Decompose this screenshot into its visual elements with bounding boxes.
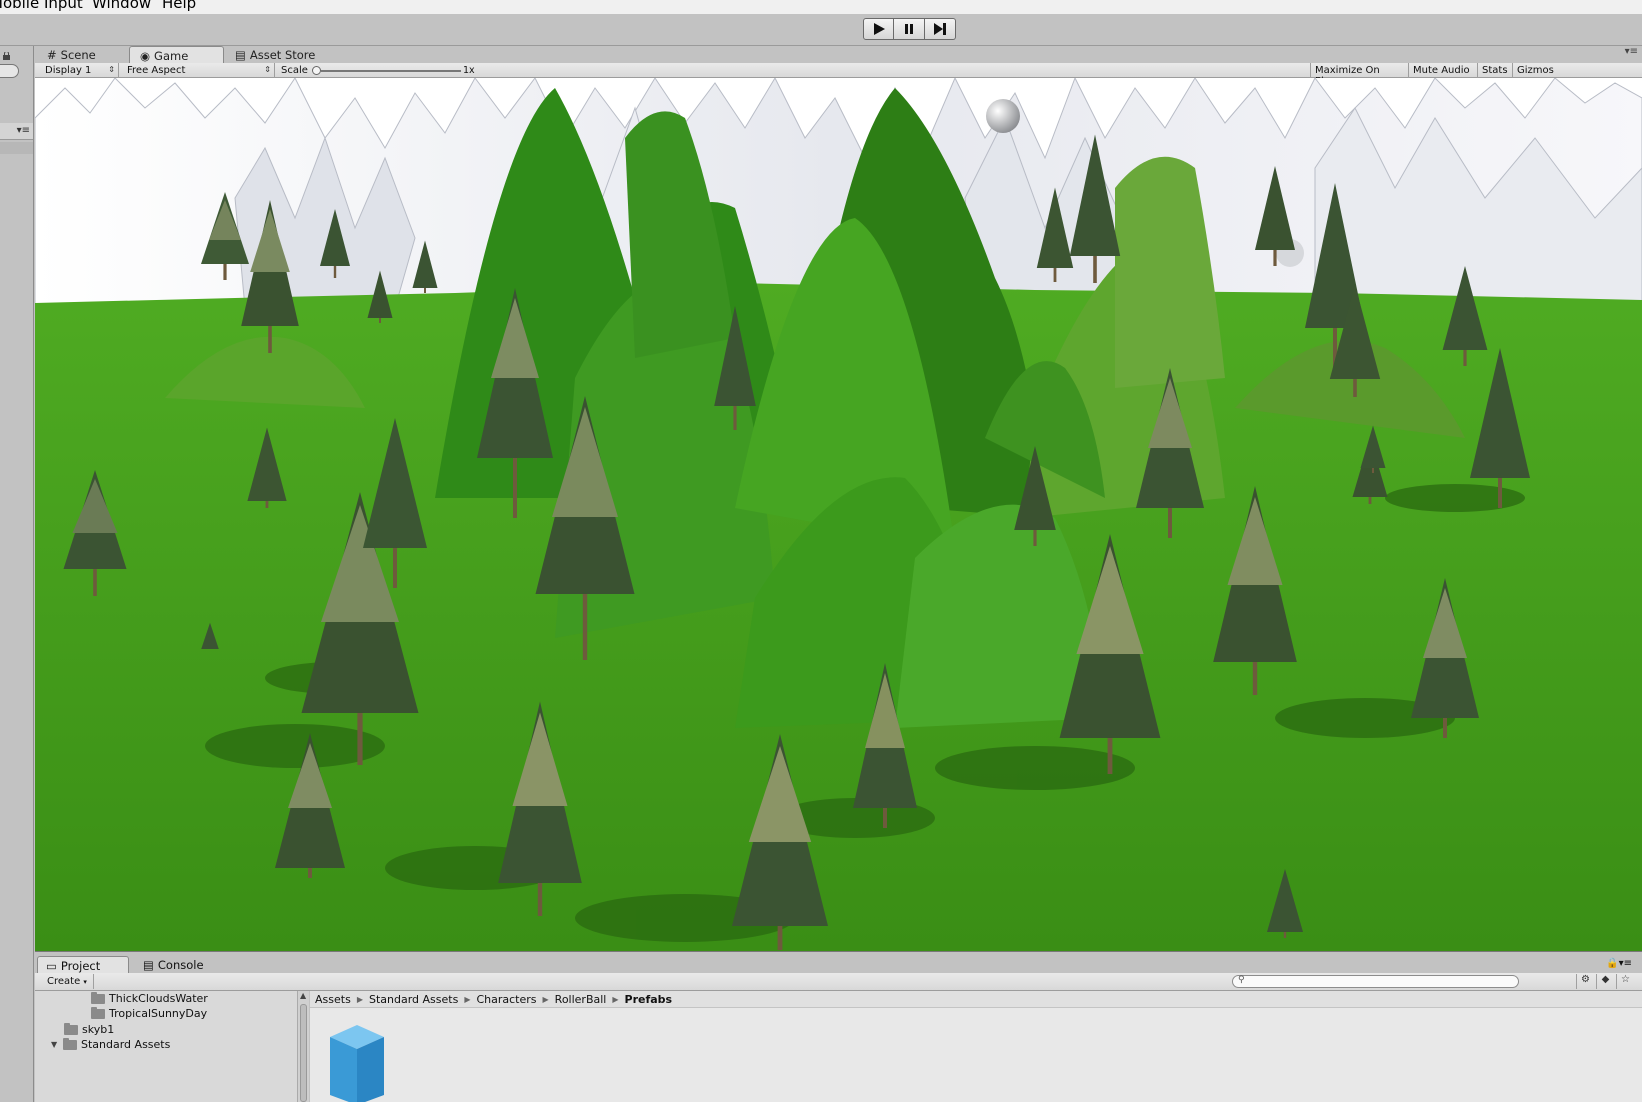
folder-icon — [91, 1006, 105, 1019]
tab-project-label: Project — [60, 958, 101, 973]
breadcrumb-current[interactable]: Prefabs — [625, 993, 673, 1006]
game-icon: ◉ — [140, 48, 151, 63]
play-button[interactable] — [863, 18, 894, 40]
game-scene — [35, 78, 1642, 951]
window-menu-icon[interactable]: ▾≡ — [1625, 46, 1638, 57]
folder-icon — [64, 1022, 78, 1035]
mute-audio-toggle[interactable]: Mute Audio — [1408, 63, 1477, 78]
pause-icon — [905, 24, 913, 34]
tree-item[interactable]: ▼ Standard Assets — [51, 1037, 171, 1051]
tab-scene-label: Scene — [60, 48, 96, 62]
folder-icon — [91, 991, 105, 1004]
tree-item[interactable]: TropicalSunnyDay — [91, 1006, 208, 1020]
step-icon — [934, 23, 946, 35]
search-icon: ⚲ — [1238, 975, 1245, 985]
breadcrumb-arrow-icon: ▶ — [612, 994, 619, 1004]
main-toolbar — [0, 14, 1642, 46]
scroll-up-icon[interactable]: ▲ — [300, 991, 306, 1000]
gizmos-dropdown[interactable]: Gizmos ▾ — [1512, 63, 1564, 86]
tab-console[interactable]: ▤ Console — [135, 956, 212, 973]
create-label: Create — [47, 976, 81, 987]
aspect-dropdown[interactable]: Free Aspect ⇕ — [121, 63, 275, 78]
tab-scene[interactable]: # Scene — [37, 46, 104, 63]
scroll-thumb[interactable] — [300, 1004, 307, 1102]
tab-game[interactable]: ◉ Game — [129, 46, 224, 63]
tree-item-label: TropicalSunnyDay — [109, 1007, 208, 1020]
unity-editor: Mobile Input Window Help ▾≡ # Scene ◉ — [0, 0, 1642, 1102]
store-icon: ▤ — [235, 48, 246, 62]
scale-slider-track[interactable] — [321, 70, 461, 72]
favorite-star-icon[interactable]: ☆ — [1616, 974, 1634, 989]
tree-item[interactable]: ThickCloudsWater — [91, 991, 208, 1005]
updown-icon: ⇕ — [108, 65, 115, 74]
menu-window[interactable]: Window — [92, 0, 151, 12]
filter-by-label-icon[interactable]: ◆ — [1596, 974, 1614, 989]
folder-icon: ▭ — [46, 958, 57, 973]
gizmos-label: Gizmos — [1517, 65, 1554, 76]
roller-ball — [986, 99, 1020, 133]
breadcrumb-item[interactable]: Standard Assets — [369, 993, 458, 1006]
breadcrumb-arrow-icon: ▶ — [464, 994, 471, 1004]
folder-icon — [63, 1037, 77, 1050]
maximize-on-play-toggle[interactable]: Maximize On Play — [1310, 63, 1408, 87]
breadcrumb: Assets ▶ Standard Assets ▶ Characters ▶ … — [310, 991, 1642, 1008]
project-folder-tree: ThickCloudsWater TropicalSunnyDay skyb1 … — [35, 991, 297, 1102]
hierarchy-selected-row[interactable] — [0, 142, 33, 154]
prefab-cube-icon[interactable] — [328, 1025, 386, 1102]
stats-toggle[interactable]: Stats — [1477, 63, 1512, 78]
tree-item-label: Standard Assets — [81, 1038, 171, 1051]
breadcrumb-item[interactable]: Assets — [315, 993, 351, 1006]
aspect-dropdown-label: Free Aspect — [127, 65, 186, 76]
chevron-down-icon: ▾ — [83, 978, 87, 986]
game-control-bar: Display 1 ⇕ Free Aspect ⇕ Scale 1x Maximiz… — [35, 63, 1642, 87]
display-dropdown-label: Display 1 — [45, 65, 92, 76]
tree-item-label: ThickCloudsWater — [109, 992, 208, 1005]
breadcrumb-item[interactable]: Characters — [476, 993, 536, 1006]
project-filter-buttons: ⚙ ◆ ☆ — [1576, 974, 1634, 989]
project-search-input[interactable]: ⚲ — [1232, 975, 1519, 988]
lock-icon[interactable] — [2, 52, 11, 60]
tab-console-label: Console — [157, 958, 204, 972]
breadcrumb-arrow-icon: ▶ — [542, 994, 549, 1004]
scale-value: 1x — [463, 65, 475, 76]
tree-item[interactable]: skyb1 — [64, 1022, 115, 1036]
step-button[interactable] — [925, 18, 956, 40]
scale-slider-thumb[interactable] — [312, 66, 321, 75]
menu-help[interactable]: Help — [162, 0, 196, 12]
menu-mobile-input[interactable]: Mobile Input — [0, 0, 83, 12]
updown-icon: ⇕ — [264, 65, 271, 74]
tree-scrollbar[interactable]: ▲ — [297, 991, 309, 1102]
tab-asset-store-label: Asset Store — [249, 48, 316, 62]
tree-item-label: skyb1 — [82, 1023, 115, 1036]
hierarchy-panel-edge: ▾≡ — [0, 46, 34, 1102]
filter-by-type-icon[interactable]: ⚙ — [1576, 974, 1594, 989]
breadcrumb-item[interactable]: RollerBall — [555, 993, 607, 1006]
project-toolbar: Create ▾ ⚲ ⚙ ◆ ☆ — [35, 973, 1642, 991]
view-tabs: # Scene ◉ Game ▤ Asset Store ▾≡ — [35, 46, 1642, 63]
play-controls — [863, 18, 956, 40]
tab-project[interactable]: ▭ Project — [37, 956, 129, 973]
play-icon — [873, 23, 885, 35]
hierarchy-header: ▾≡ — [0, 123, 33, 140]
create-dropdown[interactable]: Create ▾ — [41, 974, 94, 989]
expand-triangle-icon[interactable]: ▼ — [51, 1040, 59, 1049]
scale-label: Scale — [281, 65, 308, 76]
console-icon: ▤ — [143, 958, 154, 972]
project-asset-area: Assets ▶ Standard Assets ▶ Characters ▶ … — [310, 991, 1642, 1102]
mute-audio-label: Mute Audio — [1413, 65, 1470, 76]
menu-icon[interactable]: ▾≡ — [17, 125, 30, 136]
hierarchy-search-field[interactable] — [0, 64, 19, 78]
tab-game-label: Game — [154, 48, 189, 63]
lock-menu-icon[interactable]: 🔒▾≡ — [1606, 958, 1632, 969]
breadcrumb-arrow-icon: ▶ — [356, 994, 363, 1004]
display-dropdown[interactable]: Display 1 ⇕ — [39, 63, 119, 78]
grid-icon: # — [47, 48, 57, 62]
pause-button[interactable] — [894, 18, 925, 40]
menubar: Mobile Input Window Help — [0, 0, 1642, 14]
tab-asset-store[interactable]: ▤ Asset Store — [225, 46, 323, 63]
project-tabs: ▭ Project ▤ Console 🔒▾≡ — [35, 955, 1642, 973]
stats-label: Stats — [1482, 65, 1508, 76]
game-viewport[interactable] — [35, 78, 1642, 952]
